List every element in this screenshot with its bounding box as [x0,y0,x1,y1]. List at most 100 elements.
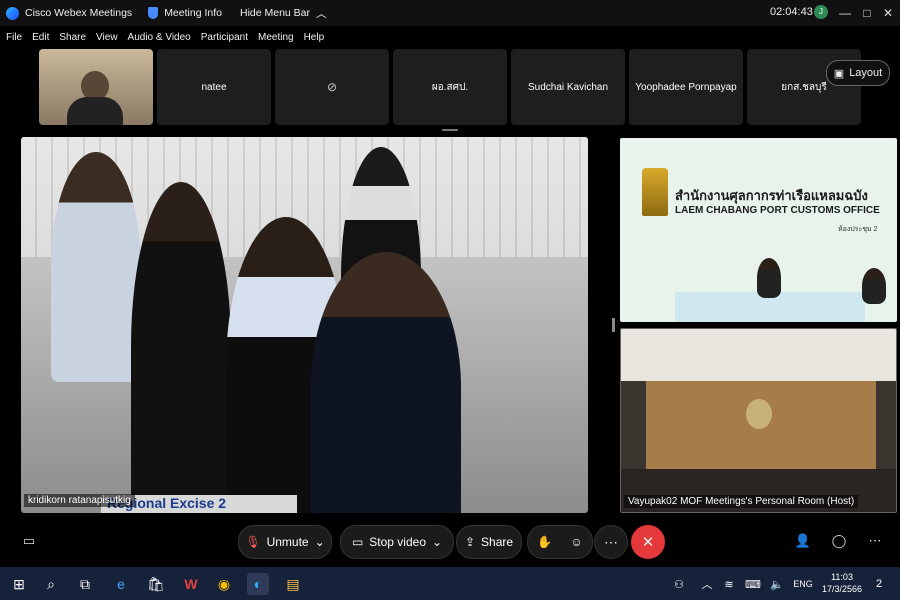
participant-tile[interactable]: natee [157,49,271,125]
meeting-info-button[interactable]: Meeting Info [148,7,222,19]
video-person [757,258,781,298]
chevron-up-icon: ︿ [316,7,327,20]
wps-office-icon[interactable]: W [180,573,202,595]
unmute-label: Unmute [266,535,309,549]
file-explorer-icon[interactable]: ▤ [282,573,304,595]
meeting-clock: 02:04:43 [770,6,813,18]
windows-start-icon[interactable]: ⊞ [8,573,30,595]
more-panels-icon[interactable]: ⋯ [866,532,884,550]
stop-video-label: Stop video [369,535,426,549]
ceiling [621,329,896,381]
participant-name: natee [201,81,227,93]
participant-tile[interactable]: Yoophadee Pornpayap [629,49,743,125]
participant-body [67,97,123,125]
stop-video-button[interactable]: ▭ Stop video ⌄ [340,525,454,559]
end-meeting-button[interactable]: ✕ [631,525,665,559]
chrome-icon[interactable]: ◉ [213,573,235,595]
customs-logo-icon [642,168,668,216]
windows-taskbar [0,567,900,600]
video-person [862,268,886,304]
menu-meeting[interactable]: Meeting [258,32,294,43]
close-icon[interactable]: ✕ [879,4,897,22]
resize-handle[interactable] [442,129,458,131]
share-label: Share [481,535,514,549]
system-date: 17/3/2566 [822,584,863,594]
menu-audio-video[interactable]: Audio & Video [128,32,191,43]
participant-name: ผอ.สศป. [431,81,469,93]
participants-icon[interactable]: 👤 [794,532,812,550]
wifi-icon[interactable]: ≋ [718,573,740,595]
search-icon[interactable]: ⌕ [40,573,62,595]
room-name: ห้องประชุม 2 [838,226,878,233]
video-person [131,182,231,512]
notification-count: 2 [875,578,883,590]
hide-menu-label: Hide Menu Bar [239,7,311,19]
participant-tile[interactable]: ผอ.สศป. [393,49,507,125]
menu-share[interactable]: Share [59,32,86,43]
raise-hand-icon[interactable]: ✋ [537,535,552,549]
menu-help[interactable]: Help [304,32,325,43]
more-options-button[interactable]: ⋯ [594,525,628,559]
video-off-icon: ⊘ [326,80,338,94]
participant-name: Sudchai Kavichan [527,81,609,93]
edge-browser-icon[interactable]: e [110,573,132,595]
minimize-icon[interactable]: — [836,4,854,22]
user-status-avatar[interactable]: J [814,5,828,19]
task-view-icon[interactable]: ⧉ [74,573,96,595]
layout-label: Layout [849,67,883,79]
camera-icon: ▭ [351,535,364,549]
panel-divider[interactable] [612,318,615,332]
participant-video-bottom[interactable]: Vayupak02 MOF Meetings's Personal Room (… [620,328,897,513]
participant-tile[interactable]: Sudchai Kavichan [511,49,625,125]
more-icon: ⋯ [604,533,618,550]
layout-button[interactable]: ▣ Layout [826,60,890,86]
host-name-label: Vayupak02 MOF Meetings's Personal Room (… [624,495,859,508]
office-name-thai: สำนักงานศุลกากรท่าเรือแหลมฉบัง [675,188,868,203]
share-button[interactable]: ⇪ Share [456,525,522,559]
video-person [311,252,461,513]
maximize-icon[interactable]: □ [858,4,876,22]
app-title: Cisco Webex Meetings [6,6,133,20]
layout-icon: ▣ [833,67,845,80]
captions-icon[interactable]: ▭ [20,532,38,550]
meeting-info-label: Meeting Info [164,7,222,19]
participant-name: Yoophadee Pornpayap [635,81,737,93]
chevron-down-icon: ⌄ [432,535,443,549]
title-bar: Cisco Webex Meetings Meeting Info Hide M… [0,0,900,26]
notification-icon[interactable]: 2 [868,573,890,595]
participant-tile[interactable]: ⊘ [275,49,389,125]
participant-name: ยกส.ชลบุรี [781,81,827,93]
reactions-icon[interactable]: ☺ [570,535,582,549]
main-video[interactable]: Regional Excise 2 kridikorn ratanapisutk… [21,137,588,513]
participant-video-top[interactable]: สำนักงานศุลกากรท่าเรือแหลมฉบัง LAEM CHAB… [620,138,897,322]
mic-muted-icon: 🎙 [245,535,261,549]
unmute-button[interactable]: 🎙 Unmute ⌄ [238,525,332,559]
keyboard-icon[interactable]: ⌨ [742,573,764,595]
emblem-icon [746,399,772,429]
menu-file[interactable]: File [6,32,22,43]
chat-icon[interactable]: ◯ [830,532,848,550]
reactions-group: ✋ ☺ [527,525,593,559]
menu-participant[interactable]: Participant [201,32,248,43]
office-name-english: LAEM CHABANG PORT CUSTOMS OFFICE [675,205,880,216]
self-video-thumbnail[interactable] [39,49,153,125]
webex-taskbar-icon[interactable]: ◐ [247,573,269,595]
app-name: Cisco Webex Meetings [25,7,133,19]
webex-logo-icon [6,6,19,20]
wood-wall [646,381,876,481]
speaker-name-label: kridikorn ratanapisutkig [24,494,135,507]
store-icon[interactable]: 🛍 [145,573,167,595]
menu-edit[interactable]: Edit [32,32,49,43]
system-clock[interactable]: 11:03 17/3/2566 [822,571,862,595]
chevron-up-icon[interactable]: ︿ [696,573,718,595]
share-icon: ⇪ [464,535,476,549]
people-icon[interactable]: ⚇ [668,573,690,595]
hide-menu-bar-button[interactable]: Hide Menu Bar ︿ [240,6,327,21]
language-indicator[interactable]: ENG [792,573,814,595]
chevron-down-icon: ⌄ [314,535,325,549]
menu-bar: File Edit Share View Audio & Video Parti… [0,28,900,46]
video-person [51,152,141,382]
menu-view[interactable]: View [96,32,118,43]
shield-icon [148,7,159,19]
volume-icon[interactable]: 🔈 [766,573,788,595]
